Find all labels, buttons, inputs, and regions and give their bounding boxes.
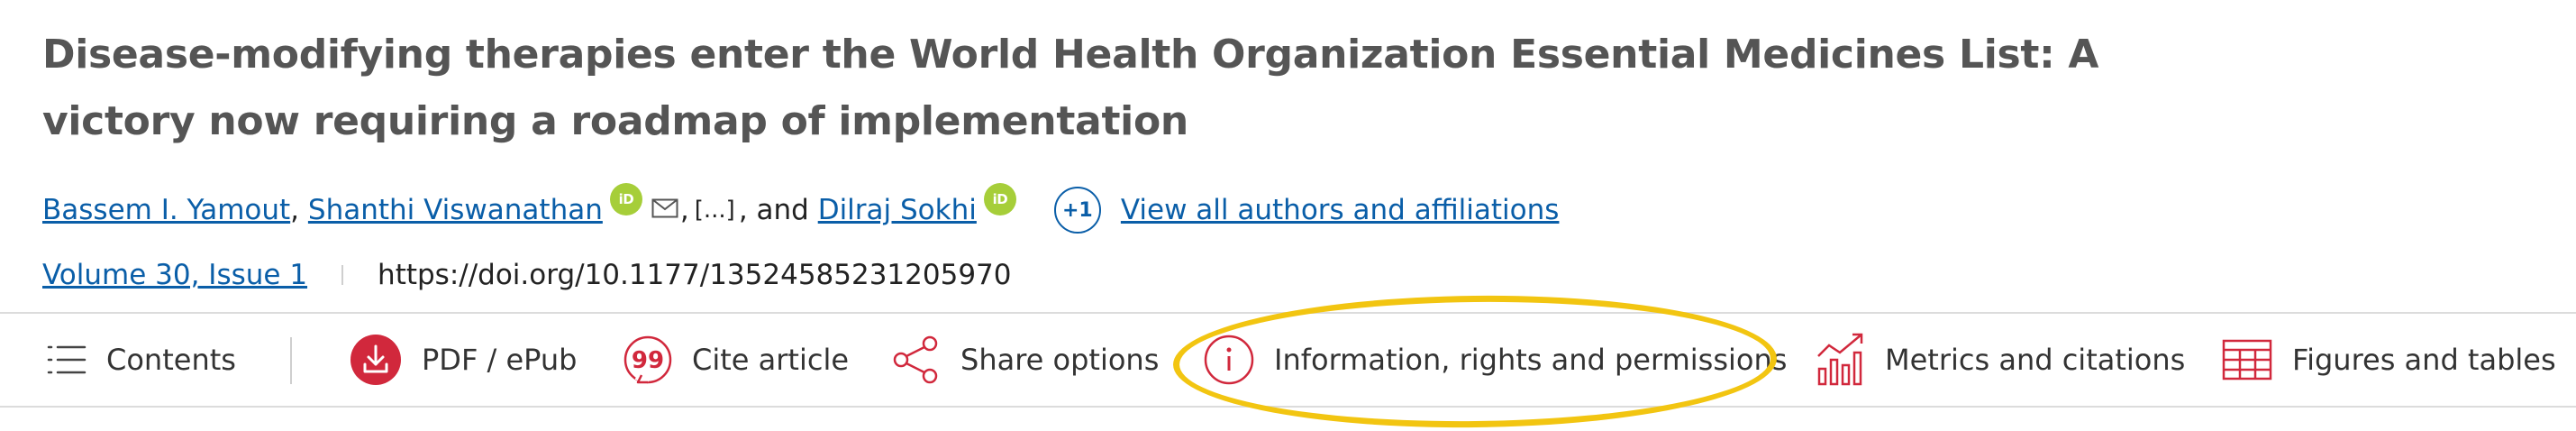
toolbar-label: Share options [960,343,1160,377]
toolbar-label: Metrics and citations [1885,343,2186,377]
toolbar-label: Figures and tables [2292,343,2556,377]
toolbar-metrics-button[interactable]: Metrics and citations [1816,314,2185,406]
more-authors-badge[interactable]: +1 [1053,187,1101,234]
toolbar-label: Cite article [692,343,850,377]
share-icon [892,335,941,385]
metrics-icon [1816,333,1865,387]
list-icon [47,344,86,376]
volume-issue-link[interactable]: Volume 30, Issue 1 [42,259,307,291]
toolbar-label: Contents [106,343,236,377]
toolbar-share-button[interactable]: Share options [892,314,1159,406]
table-icon [2222,339,2272,381]
view-all-authors-link[interactable]: View all authors and affiliations [1121,194,1560,226]
author-list: Bassem I. Yamout , Shanthi Viswanathan i… [42,183,1560,235]
download-icon [350,334,402,386]
author-separator: , [679,194,689,226]
toolbar-divider [290,337,292,384]
doi-text[interactable]: https://doi.org/10.1177/1352458523120597… [378,259,1011,291]
mail-icon[interactable] [651,198,678,218]
toolbar-pdf-button[interactable]: PDF / ePub [350,314,577,406]
toolbar-contents-button[interactable]: Contents [47,314,236,406]
author-separator: , [290,194,308,226]
orcid-icon[interactable]: iD [983,183,1016,216]
article-title: Disease-modifying therapies enter the Wo… [42,32,2099,144]
toolbar-cite-button[interactable]: 99 Cite article [624,314,849,406]
toolbar-label: PDF / ePub [422,343,578,377]
orcid-icon[interactable]: iD [609,183,642,216]
quote-icon: 99 [624,335,672,384]
hidden-authors-ellipsis[interactable]: [...] [695,197,735,224]
toolbar-figures-button[interactable]: Figures and tables [2222,314,2556,406]
svg-text:99: 99 [632,347,664,374]
author-conjunction: , and [738,194,809,226]
meta-divider [341,265,344,285]
author-link[interactable]: Bassem I. Yamout [42,194,290,226]
article-meta: Volume 30, Issue 1 https://doi.org/10.11… [42,252,1012,298]
author-link[interactable]: Shanthi Viswanathan [308,194,603,226]
author-link[interactable]: Dilraj Sokhi [818,194,977,226]
